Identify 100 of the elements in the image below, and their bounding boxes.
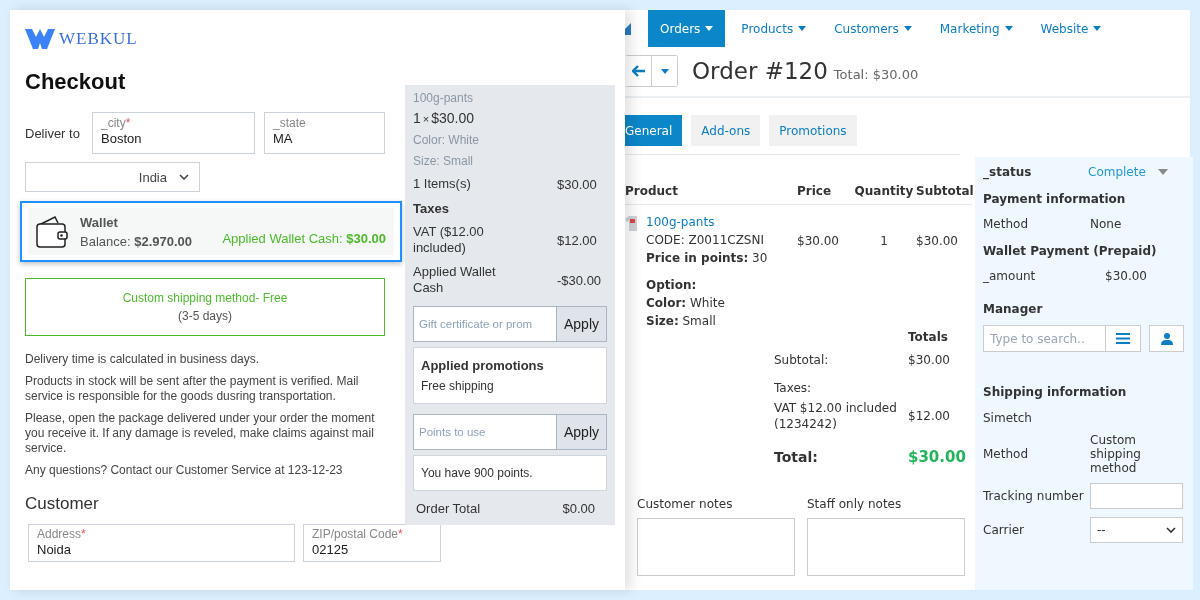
unit-price: $30.00 bbox=[431, 110, 475, 126]
summary-heading: Taxes bbox=[413, 201, 450, 216]
page-title: Checkout bbox=[25, 69, 127, 95]
back-arrow-icon bbox=[631, 65, 645, 77]
section-heading: Customer bbox=[25, 494, 100, 514]
totals-value: $30.00 bbox=[908, 353, 951, 367]
nav-menu-item[interactable]: Customers bbox=[822, 10, 924, 47]
shirt-icon bbox=[625, 215, 639, 231]
applied-wallet-cash: Applied Wallet Cash: $30.00 bbox=[222, 231, 386, 246]
product-code: CODE: Z0011CZSNI bbox=[646, 233, 765, 247]
totals-value: $30.00 bbox=[908, 448, 967, 466]
section-heading: Shipping information bbox=[983, 385, 1128, 399]
nav-menu-item[interactable]: Orders bbox=[648, 10, 726, 47]
totals-heading: Totals bbox=[908, 330, 949, 344]
field-label: Tracking number bbox=[983, 489, 1085, 503]
caret-icon bbox=[705, 26, 714, 31]
input-field[interactable]: Address* Noida bbox=[28, 524, 295, 562]
notes-field[interactable] bbox=[807, 518, 965, 576]
shipping-option[interactable]: Custom shipping method- Free (3-5 days) bbox=[25, 278, 385, 336]
product-name: 100g-pants bbox=[413, 91, 475, 105]
times-sign: × bbox=[422, 113, 430, 125]
section-heading: Payment information bbox=[983, 192, 1127, 206]
summary-label: VAT ($12.00 included) bbox=[413, 224, 485, 256]
carrier-select[interactable]: -- bbox=[1090, 517, 1183, 543]
column-header: Product bbox=[625, 184, 679, 198]
order-total-label: Order Total bbox=[416, 501, 481, 516]
column-header: Quantity bbox=[853, 184, 915, 198]
wallet-title: Wallet bbox=[80, 214, 119, 230]
field-label: Carrier bbox=[983, 523, 1026, 537]
logo-icon bbox=[25, 29, 55, 49]
user-button[interactable] bbox=[1149, 325, 1184, 352]
product-link[interactable]: 100g-pants bbox=[646, 215, 768, 229]
column-header: Subtotal bbox=[916, 184, 972, 198]
summary-value: $12.00 bbox=[557, 232, 598, 248]
nav-menu-item[interactable]: Products bbox=[729, 10, 819, 47]
field-value: $30.00 bbox=[1105, 269, 1147, 283]
table-cell-text: $30.00 bbox=[916, 233, 959, 250]
shipping-name: Simetch bbox=[983, 411, 1033, 425]
input-field[interactable]: _state MA bbox=[264, 112, 385, 154]
input-field[interactable]: _city* Boston bbox=[92, 112, 255, 154]
info-paragraph: Any questions? Contact our Customer Service at 123-12-23 bbox=[25, 463, 344, 478]
chevron-icon bbox=[1166, 527, 1176, 533]
search-field[interactable]: Type to search.. bbox=[983, 325, 1106, 352]
points-text: You have 900 points. bbox=[421, 466, 534, 480]
field-value: None bbox=[1090, 217, 1122, 231]
summary-value: -$30.00 bbox=[557, 272, 603, 288]
caret-icon bbox=[798, 26, 807, 31]
section-heading: Wallet Payment (Prepaid) bbox=[983, 244, 1158, 258]
dropdown-button[interactable] bbox=[651, 56, 677, 86]
field-label: Deliver to bbox=[25, 125, 81, 141]
order-title: Order #120 bbox=[692, 58, 828, 84]
chevron-icon bbox=[179, 174, 189, 180]
product-option: Size: Small bbox=[413, 154, 607, 168]
option-heading: Option: bbox=[646, 278, 698, 292]
notes-label: Staff only notes bbox=[807, 497, 903, 511]
wallet-option[interactable]: Wallet Balance: $2.970.00 Applied Wallet Cash: $30.00 bbox=[20, 201, 402, 262]
section-heading: Manager bbox=[983, 302, 1044, 316]
user-icon bbox=[1160, 332, 1173, 345]
caret-icon bbox=[1157, 169, 1168, 175]
tab[interactable]: General bbox=[625, 115, 683, 146]
summary-label: 1 Items(s) bbox=[413, 176, 472, 192]
wallet-balance: Balance: $2.970.00 bbox=[80, 233, 194, 249]
totals-label: VAT $12.00 included (1234242) bbox=[774, 400, 898, 432]
order-total-value: $0.00 bbox=[562, 501, 595, 516]
notes-label: Customer notes bbox=[637, 497, 734, 511]
table-cell-text: $30.00 bbox=[797, 233, 840, 250]
tab[interactable]: Add-ons bbox=[691, 115, 761, 146]
info-paragraph: Delivery time is calculated in business days. bbox=[25, 352, 261, 367]
summary-label: Applied Wallet Cash bbox=[413, 264, 497, 296]
info-paragraph: Please, open the package delivered under your order the moment you receive it. If any damage is reveled, make claims against mail service. bbox=[25, 411, 376, 456]
caret-icon bbox=[903, 26, 912, 31]
price-in-points: Price in points: 30 bbox=[646, 251, 768, 265]
field-label: Method bbox=[983, 447, 1029, 461]
country-select[interactable]: India bbox=[25, 162, 200, 192]
list-button[interactable] bbox=[1106, 325, 1141, 352]
wallet-icon bbox=[36, 214, 68, 249]
caret-icon bbox=[1004, 26, 1013, 31]
totals-label: Total: bbox=[774, 449, 819, 465]
nav-menu-item[interactable]: Marketing bbox=[927, 10, 1025, 47]
tracking-number-field[interactable] bbox=[1090, 483, 1183, 509]
field-label: _amount bbox=[983, 269, 1037, 283]
list-icon bbox=[1116, 333, 1130, 344]
totals-value: $12.00 bbox=[908, 409, 951, 423]
column-header: Price bbox=[797, 184, 833, 198]
product-option: Color: White bbox=[413, 133, 607, 147]
logo-text: WEBKUL bbox=[59, 29, 138, 49]
product-option: Size: Small bbox=[646, 314, 768, 328]
promotion-text: Free shipping bbox=[421, 379, 495, 393]
status-label: _status bbox=[983, 165, 1033, 179]
field-label: Method bbox=[983, 217, 1029, 231]
quantity: 1 bbox=[413, 110, 421, 126]
totals-label: Subtotal: bbox=[774, 352, 830, 368]
caret-icon bbox=[1093, 26, 1102, 31]
nav-menu-item[interactable]: Website bbox=[1028, 10, 1114, 47]
table-cell-text: 1 bbox=[879, 233, 889, 250]
info-paragraph: Products in stock will be sent after the payment is verified. Mail service is responsible for the goods dusring transportation. bbox=[25, 374, 360, 404]
order-total: Total: $30.00 bbox=[833, 66, 919, 82]
notes-field[interactable] bbox=[637, 518, 795, 576]
product-option: Color: White bbox=[646, 296, 768, 310]
tab[interactable]: Promotions bbox=[769, 115, 857, 146]
